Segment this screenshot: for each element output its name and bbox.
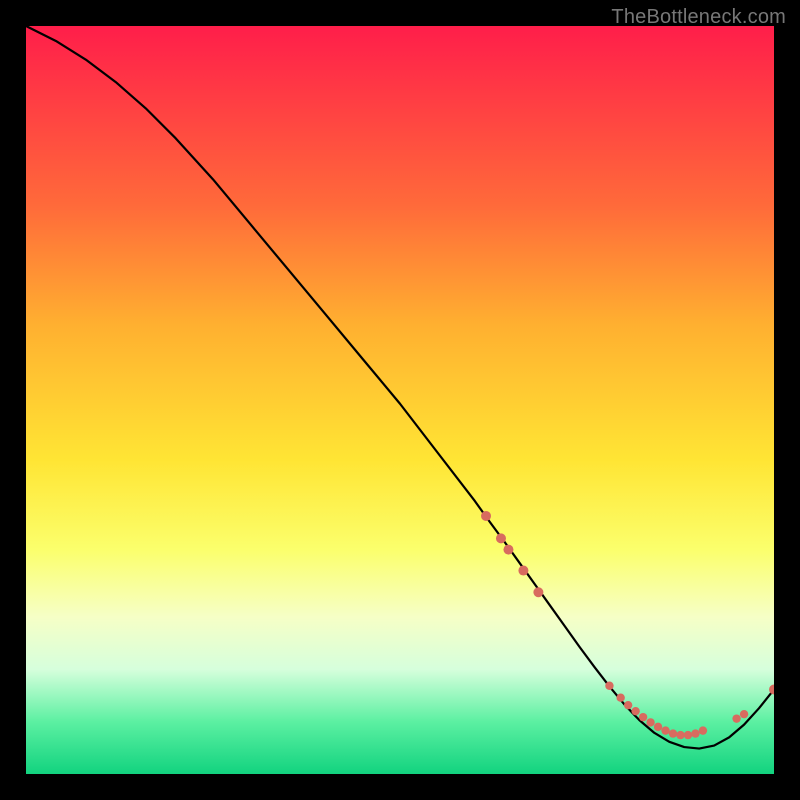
curve-marker [732,714,740,722]
curve-marker [481,511,491,521]
watermark-label: TheBottleneck.com [611,6,786,29]
curve-marker [503,545,513,555]
curve-marker [684,731,692,739]
curve-marker [496,533,506,543]
curve-marker [646,718,654,726]
app-stage: TheBottleneck.com [0,0,800,800]
bottleneck-chart [26,26,774,774]
curve-marker [605,682,613,690]
curve-marker [624,701,632,709]
curve-marker [518,566,528,576]
curve-marker [639,713,647,721]
curve-marker [616,694,624,702]
curve-marker [676,731,684,739]
curve-marker [691,729,699,737]
curve-marker [533,587,543,597]
curve-marker [654,723,662,731]
curve-marker [740,710,748,718]
gradient-background [26,26,774,774]
chart-frame [26,26,774,774]
curve-marker [699,726,707,734]
curve-marker [669,729,677,737]
curve-marker [661,726,669,734]
curve-marker [631,707,639,715]
